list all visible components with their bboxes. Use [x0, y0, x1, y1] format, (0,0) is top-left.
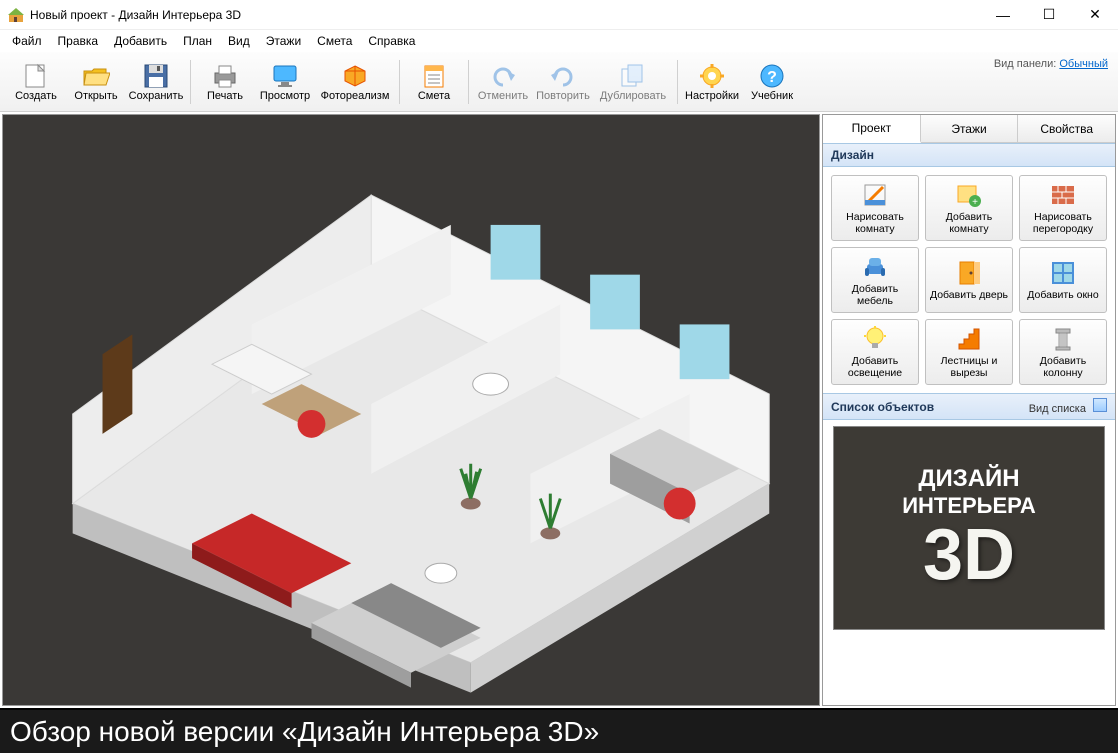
- svg-text:+: +: [972, 197, 978, 208]
- printer-icon: [209, 62, 241, 90]
- svg-text:?: ?: [767, 69, 777, 86]
- add-room-button[interactable]: +Добавить комнату: [925, 175, 1013, 241]
- save-button[interactable]: Сохранить: [126, 55, 186, 109]
- estimate-button[interactable]: Смета: [404, 55, 464, 109]
- print-button[interactable]: Печать: [195, 55, 255, 109]
- titlebar: Новый проект - Дизайн Интерьера 3D ― ☐ ✕: [0, 0, 1118, 30]
- separator: [677, 60, 678, 104]
- stairs-cutouts-button[interactable]: Лестницы и вырезы: [925, 319, 1013, 385]
- add-column-button[interactable]: Добавить колонну: [1019, 319, 1107, 385]
- tab-properties[interactable]: Свойства: [1018, 115, 1115, 142]
- menubar: Файл Правка Добавить План Вид Этажи Смет…: [0, 30, 1118, 52]
- draw-room-button[interactable]: Нарисовать комнату: [831, 175, 919, 241]
- app-icon: [8, 7, 24, 23]
- open-button[interactable]: Открыть: [66, 55, 126, 109]
- tab-project[interactable]: Проект: [823, 115, 921, 143]
- side-tabs: Проект Этажи Свойства: [823, 115, 1115, 143]
- design-header: Дизайн: [823, 143, 1115, 167]
- photorealism-button[interactable]: Фотореализм: [315, 55, 395, 109]
- help-icon: ?: [756, 62, 788, 90]
- side-panel: Проект Этажи Свойства Дизайн Нарисовать …: [822, 114, 1116, 706]
- separator: [399, 60, 400, 104]
- menu-edit[interactable]: Правка: [50, 32, 107, 50]
- footer-caption: Обзор новой версии «Дизайн Интерьера 3D»: [0, 708, 1118, 753]
- stairs-icon: [955, 325, 983, 353]
- add-lighting-button[interactable]: Добавить освещение: [831, 319, 919, 385]
- close-button[interactable]: ✕: [1072, 0, 1118, 30]
- add-furniture-button[interactable]: Добавить мебель: [831, 247, 919, 313]
- create-button[interactable]: Создать: [6, 55, 66, 109]
- monitor-icon: [269, 62, 301, 90]
- duplicate-button[interactable]: Дублировать: [593, 55, 673, 109]
- menu-view[interactable]: Вид: [220, 32, 258, 50]
- cube-icon: [339, 62, 371, 90]
- redo-icon: [547, 62, 579, 90]
- lightbulb-icon: [861, 325, 889, 353]
- objects-header: Список объектов Вид списка: [823, 393, 1115, 420]
- settings-button[interactable]: Настройки: [682, 55, 742, 109]
- new-file-icon: [20, 62, 52, 90]
- column-icon: [1049, 325, 1077, 353]
- list-view-icon: [1093, 398, 1107, 412]
- redo-button[interactable]: Повторить: [533, 55, 593, 109]
- notepad-icon: [418, 62, 450, 90]
- panel-mode: Вид панели: Обычный: [994, 58, 1108, 70]
- menu-add[interactable]: Добавить: [106, 32, 175, 50]
- menu-estimate[interactable]: Смета: [309, 32, 360, 50]
- window-title: Новый проект - Дизайн Интерьера 3D: [30, 8, 980, 22]
- folder-open-icon: [80, 62, 112, 90]
- menu-plan[interactable]: План: [175, 32, 220, 50]
- work-area: Проект Этажи Свойства Дизайн Нарисовать …: [0, 112, 1118, 708]
- design-grid: Нарисовать комнату +Добавить комнату Нар…: [823, 167, 1115, 393]
- room-plus-icon: +: [955, 181, 983, 209]
- pencil-ruler-icon: [861, 181, 889, 209]
- panel-mode-link[interactable]: Обычный: [1059, 58, 1108, 70]
- add-door-button[interactable]: Добавить дверь: [925, 247, 1013, 313]
- window-controls: ― ☐ ✕: [980, 0, 1118, 30]
- window-icon: [1049, 259, 1077, 287]
- undo-button[interactable]: Отменить: [473, 55, 533, 109]
- add-window-button[interactable]: Добавить окно: [1019, 247, 1107, 313]
- armchair-icon: [861, 253, 889, 281]
- separator: [468, 60, 469, 104]
- draw-partition-button[interactable]: Нарисовать перегородку: [1019, 175, 1107, 241]
- objects-list: ДИЗАЙН ИНТЕРЬЕРА 3D: [823, 420, 1115, 705]
- menu-file[interactable]: Файл: [4, 32, 50, 50]
- separator: [190, 60, 191, 104]
- floppy-icon: [140, 62, 172, 90]
- tutorial-button[interactable]: ? Учебник: [742, 55, 802, 109]
- 3d-viewport[interactable]: [2, 114, 820, 706]
- tab-floors[interactable]: Этажи: [921, 115, 1019, 142]
- promo-banner: ДИЗАЙН ИНТЕРЬЕРА 3D: [833, 426, 1105, 630]
- door-icon: [955, 259, 983, 287]
- list-view-toggle[interactable]: Вид списка: [1029, 398, 1107, 415]
- undo-icon: [487, 62, 519, 90]
- menu-floors[interactable]: Этажи: [258, 32, 309, 50]
- preview-button[interactable]: Просмотр: [255, 55, 315, 109]
- menu-help[interactable]: Справка: [360, 32, 423, 50]
- gear-icon: [696, 62, 728, 90]
- brick-wall-icon: [1049, 181, 1077, 209]
- toolbar: Создать Открыть Сохранить Печать Просмот…: [0, 52, 1118, 112]
- maximize-button[interactable]: ☐: [1026, 0, 1072, 30]
- duplicate-icon: [617, 62, 649, 90]
- minimize-button[interactable]: ―: [980, 0, 1026, 30]
